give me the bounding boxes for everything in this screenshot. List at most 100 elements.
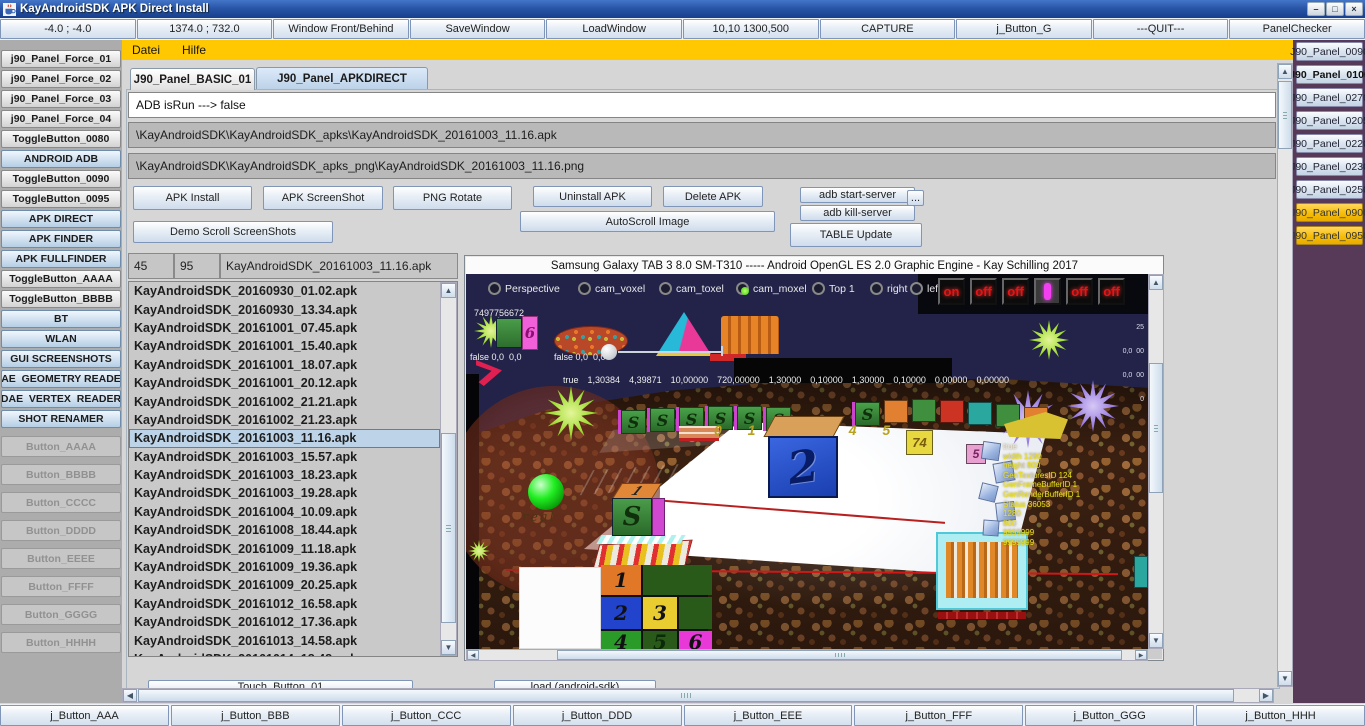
png-rotate-button[interactable]: PNG Rotate — [393, 186, 512, 210]
scroll-down-icon[interactable] — [441, 640, 456, 655]
list-item[interactable]: KayAndroidSDK_20161012_16.58.apk — [129, 595, 440, 613]
uninstall-apk-button[interactable]: Uninstall APK — [533, 186, 652, 207]
list-item[interactable]: KayAndroidSDK_20160930_01.02.apk — [129, 282, 440, 300]
j-button-g[interactable]: j_Button_G — [956, 19, 1092, 39]
sidebar-togglebutton-0095[interactable]: ToggleButton_0095 — [1, 190, 121, 208]
demo-scroll-screenshots-button[interactable]: Demo Scroll ScreenShots — [133, 221, 333, 243]
panel-j90-0250[interactable]: J90_Panel_0250 — [1296, 180, 1363, 199]
scroll-left-icon[interactable] — [123, 689, 137, 702]
scroll-down-icon[interactable] — [1278, 671, 1292, 686]
j-button-ddd[interactable]: j_Button_DDD — [513, 705, 682, 726]
image-scrollbar-thumb[interactable] — [557, 650, 1122, 660]
menu-datei[interactable]: Datei — [132, 43, 160, 57]
panel-j90-0230[interactable]: J90_Panel_0230 — [1296, 157, 1363, 176]
list-item[interactable]: KayAndroidSDK_20160930_13.34.apk — [129, 300, 440, 318]
sidebar-shot-renamer[interactable]: SHOT RENAMER — [1, 410, 121, 428]
scroll-right-icon[interactable] — [1259, 689, 1273, 702]
sidebar-j90-panel-force-03[interactable]: j90_Panel_Force_03 — [1, 90, 121, 108]
list-item[interactable]: KayAndroidSDK_20161009_11.18.apk — [129, 539, 440, 557]
title-bar[interactable]: KayAndroidSDK APK Direct Install – □ × — [0, 0, 1365, 18]
list-item[interactable]: KayAndroidSDK_20161008_18.44.apk — [129, 521, 440, 539]
list-item[interactable]: KayAndroidSDK_20161003_18.23.apk — [129, 466, 440, 484]
list-item[interactable]: KayAndroidSDK_20161009_20.25.apk — [129, 576, 440, 594]
panel-j90-0220[interactable]: J90_Panel_0220 — [1296, 134, 1363, 153]
list-item[interactable]: KayAndroidSDK_20161001_18.07.apk — [129, 356, 440, 374]
sidebar-apk-fullfinder[interactable]: APK FULLFINDER — [1, 250, 121, 268]
image-horizontal-scrollbar[interactable] — [466, 649, 1148, 661]
panel-j90-0205[interactable]: J90_Panel_0205 — [1296, 111, 1363, 130]
panel-j90-0900[interactable]: J90_Panel_0900 — [1296, 203, 1363, 222]
sidebar-gui-screenshots[interactable]: GUI SCREENSHOTS — [1, 350, 121, 368]
list-item[interactable]: KayAndroidSDK_20161009_19.36.apk — [129, 558, 440, 576]
tab-j90-panel-apkdirect[interactable]: J90_Panel_APKDIRECT — [256, 67, 428, 89]
main-horizontal-scrollbar[interactable] — [122, 688, 1274, 703]
j-button-aaa[interactable]: j_Button_AAA — [0, 705, 169, 726]
maximize-button[interactable]: □ — [1326, 2, 1344, 16]
apk-install-button[interactable]: APK Install — [133, 186, 252, 210]
j-button-fff[interactable]: j_Button_FFF — [854, 705, 1023, 726]
j-button-ggg[interactable]: j_Button_GGG — [1025, 705, 1194, 726]
sidebar-j90-panel-force-01[interactable]: j90_Panel_Force_01 — [1, 50, 121, 68]
close-button[interactable]: × — [1345, 2, 1363, 16]
list-item[interactable]: KayAndroidSDK_20161013_14.58.apk — [129, 631, 440, 649]
sidebar-j90-panel-force-02[interactable]: j90_Panel_Force_02 — [1, 70, 121, 88]
panel-j90-0950[interactable]: J90_Panel_0950 — [1296, 226, 1363, 245]
sidebar-dae-vertex-reader[interactable]: DAE VERTEX READER — [1, 390, 121, 408]
window-front-behind-button[interactable]: Window Front/Behind — [273, 19, 409, 39]
j-button-ccc[interactable]: j_Button_CCC — [342, 705, 511, 726]
sidebar-togglebutton-aaaa[interactable]: ToggleButton_AAAA — [1, 270, 121, 288]
position-button[interactable]: -4.0 ; -4.0 — [0, 19, 136, 39]
size-button[interactable]: 1374.0 ; 732.0 — [137, 19, 273, 39]
sidebar-apk-direct[interactable]: APK DIRECT — [1, 210, 121, 228]
j-button-eee[interactable]: j_Button_EEE — [684, 705, 853, 726]
list-scrollbar-thumb[interactable] — [441, 433, 456, 623]
sidebar-apk-finder[interactable]: APK FINDER — [1, 230, 121, 248]
sidebar-wlan[interactable]: WLAN — [1, 330, 121, 348]
list-item[interactable]: KayAndroidSDK_20161001_07.45.apk — [129, 319, 440, 337]
table-update-button[interactable]: TABLE Update — [790, 223, 922, 247]
image-scrollbar-thumb[interactable] — [1149, 363, 1163, 493]
apk-file-list[interactable]: KayAndroidSDK_20160930_01.02.apk KayAndr… — [128, 281, 458, 657]
list-item[interactable]: KayAndroidSDK_20161003_15.57.apk — [129, 448, 440, 466]
capture-button[interactable]: CAPTURE — [820, 19, 956, 39]
scroll-left-icon[interactable] — [467, 650, 479, 660]
j-button-bbb[interactable]: j_Button_BBB — [171, 705, 340, 726]
tab-j90-panel-basic-01[interactable]: J90_Panel_BASIC_01 — [130, 68, 255, 90]
main-vertical-scrollbar[interactable] — [1277, 63, 1293, 687]
adb-status-field[interactable]: ADB isRun ---> false — [128, 92, 1276, 118]
panel-checker-button[interactable]: PanelChecker — [1229, 19, 1365, 39]
list-item-selected[interactable]: KayAndroidSDK_20161003_11.16.apk — [129, 429, 440, 447]
scroll-up-icon[interactable] — [1149, 275, 1163, 290]
list-item[interactable]: KayAndroidSDK_20161002_21.21.apk — [129, 392, 440, 410]
list-item[interactable]: KayAndroidSDK_20161014_18.48.apk — [129, 650, 440, 657]
apk-path-field[interactable]: \KayAndroidSDK\KayAndroidSDK_apks\KayAnd… — [128, 122, 1276, 148]
j-button-hhh[interactable]: j_Button_HHH — [1196, 705, 1365, 726]
scroll-up-icon[interactable] — [1278, 64, 1292, 79]
list-scrollbar[interactable] — [440, 282, 457, 656]
panel-j90-0100[interactable]: J90_Panel_0100 — [1296, 65, 1363, 84]
panel-j90-0270[interactable]: J90_Panel_0270 — [1296, 88, 1363, 107]
menu-hilfe[interactable]: Hilfe — [182, 43, 206, 57]
save-window-button[interactable]: SaveWindow — [410, 19, 546, 39]
sidebar-j90-panel-force-04[interactable]: j90_Panel_Force_04 — [1, 110, 121, 128]
png-path-field[interactable]: \KayAndroidSDK\KayAndroidSDK_apks_png\Ka… — [128, 153, 1276, 179]
adb-kill-server-button[interactable]: adb kill-server — [800, 205, 915, 221]
sidebar-togglebutton-0090[interactable]: ToggleButton_0090 — [1, 170, 121, 188]
image-vertical-scrollbar[interactable] — [1148, 274, 1164, 649]
quit-button[interactable]: ---QUIT--- — [1093, 19, 1229, 39]
adb-start-server-button[interactable]: adb start-server — [800, 187, 915, 203]
bounds-button[interactable]: 10,10 1300,500 — [683, 19, 819, 39]
scroll-right-icon[interactable] — [1135, 650, 1147, 660]
more-button[interactable]: ... — [907, 190, 924, 206]
autoscroll-image-button[interactable]: AutoScroll Image — [520, 211, 775, 232]
sidebar-togglebutton-0080[interactable]: ToggleButton_0080 — [1, 130, 121, 148]
list-item[interactable]: KayAndroidSDK_20161001_20.12.apk — [129, 374, 440, 392]
sidebar-android-adb[interactable]: ANDROID ADB — [1, 150, 121, 168]
apk-screenshot-button[interactable]: APK ScreenShot — [263, 186, 383, 210]
delete-apk-button[interactable]: Delete APK — [663, 186, 763, 207]
list-item[interactable]: KayAndroidSDK_20161012_17.36.apk — [129, 613, 440, 631]
scroll-down-icon[interactable] — [1149, 633, 1163, 648]
main-scrollbar-thumb[interactable] — [138, 689, 1234, 702]
list-item[interactable]: KayAndroidSDK_20161002_21.23.apk — [129, 411, 440, 429]
minimize-button[interactable]: – — [1307, 2, 1325, 16]
